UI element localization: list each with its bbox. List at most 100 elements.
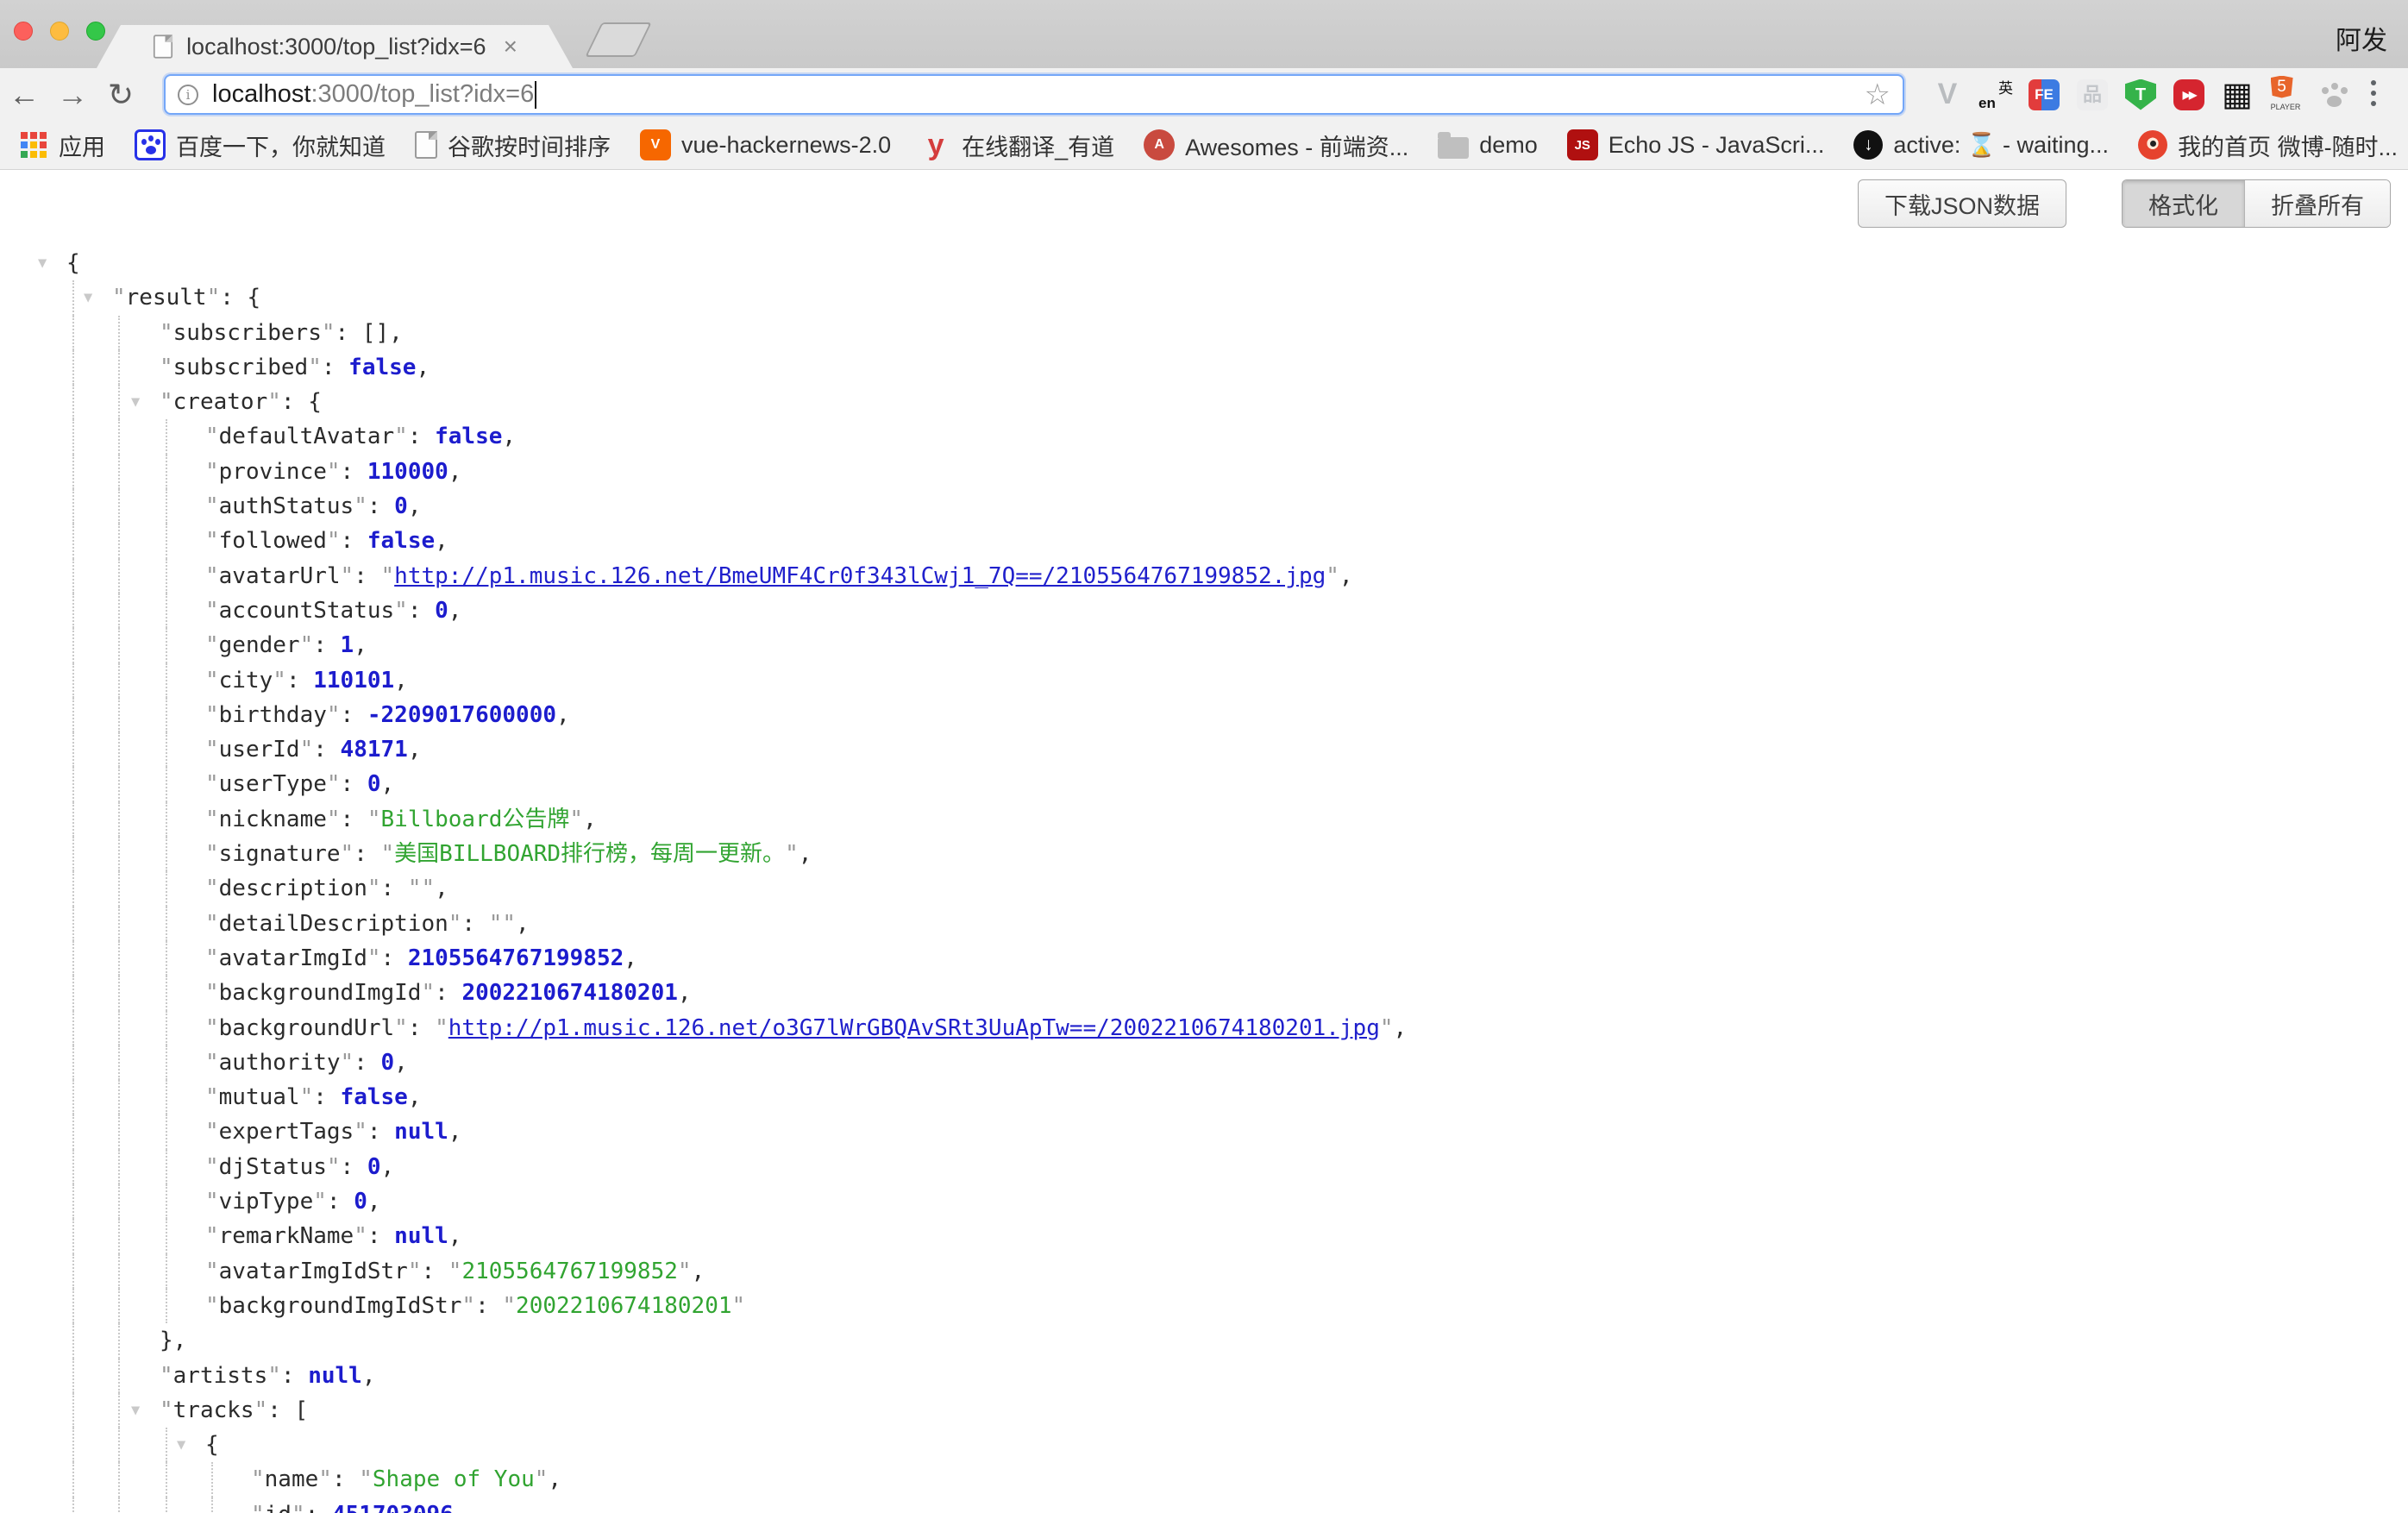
sitemap-icon: 品 bbox=[2077, 79, 2108, 110]
json-quote: " bbox=[205, 841, 219, 867]
browser-menu-icon[interactable] bbox=[2355, 75, 2392, 113]
forward-icon[interactable]: → bbox=[48, 77, 97, 113]
json-quote: " bbox=[160, 320, 173, 346]
json-key: province bbox=[219, 459, 327, 485]
titlebar: localhost:3000/top_list?idx=6 × 阿发 bbox=[0, 0, 2408, 68]
indent-guide bbox=[72, 698, 74, 732]
json-line: "signature": "美国BILLBOARD排行榜，每周一更新。", bbox=[0, 837, 2408, 871]
qr-code-icon[interactable]: ▦ bbox=[2213, 68, 2261, 121]
json-number: -2209017600000 bbox=[367, 702, 556, 728]
json-punctuation: : bbox=[354, 1050, 380, 1076]
json-key: description bbox=[219, 876, 367, 901]
json-punctuation: : bbox=[341, 459, 367, 485]
bookmark-awesomes[interactable]: AAwesomes - 前端资... bbox=[1144, 129, 1408, 162]
json-quote: " bbox=[354, 1223, 367, 1249]
bookmark-baidu[interactable]: 百度一下，你就知道 bbox=[135, 129, 386, 162]
indent-guide bbox=[72, 1428, 74, 1462]
indent-guide bbox=[72, 559, 74, 593]
sitemap-icon[interactable]: 品 bbox=[2068, 68, 2116, 121]
translate-icon[interactable] bbox=[1972, 68, 2020, 121]
indent-guide bbox=[118, 1219, 120, 1253]
new-tab-button[interactable] bbox=[585, 22, 652, 57]
json-link[interactable]: http://p1.music.126.net/o3G7lWrGBQAvSRt3… bbox=[448, 1015, 1380, 1041]
collapse-toggle-icon[interactable]: ▼ bbox=[38, 246, 47, 280]
fast-forward-icon[interactable]: ▶▶ bbox=[2165, 68, 2213, 121]
close-window-icon[interactable] bbox=[14, 22, 33, 41]
url-text[interactable]: localhost:3000/top_list?idx=6 bbox=[212, 80, 1858, 109]
indent-guide bbox=[118, 1184, 120, 1219]
tab-close-icon[interactable]: × bbox=[504, 33, 517, 60]
indent-guide bbox=[166, 1497, 167, 1513]
back-icon[interactable]: ← bbox=[0, 77, 48, 113]
bookmark-vue-hackernews[interactable]: Vvue-hackernews-2.0 bbox=[640, 129, 891, 160]
indent-guide bbox=[118, 1045, 120, 1080]
json-link[interactable]: http://p1.music.126.net/BmeUMF4Cr0f343lC… bbox=[394, 563, 1326, 589]
json-tree: ▼{▼"result": {"subscribers": [],"subscri… bbox=[0, 246, 2408, 1513]
json-line: ▼{ bbox=[0, 1428, 2408, 1462]
maximize-window-icon[interactable] bbox=[86, 22, 105, 41]
json-line: ▼{ bbox=[0, 246, 2408, 280]
json-quote: " bbox=[205, 737, 219, 763]
collapse-all-button[interactable]: 折叠所有 bbox=[2244, 180, 2390, 227]
indent-guide bbox=[72, 1114, 74, 1149]
download-json-button[interactable]: 下载JSON数据 bbox=[1858, 179, 2066, 228]
json-quote: " bbox=[205, 807, 219, 832]
indent-guide bbox=[166, 1045, 167, 1080]
json-quote: " bbox=[381, 841, 395, 867]
json-punctuation: : bbox=[341, 807, 367, 832]
indent-guide bbox=[118, 559, 120, 593]
json-quote: " bbox=[300, 737, 314, 763]
vue-devtools-icon[interactable]: V bbox=[1923, 68, 1972, 121]
indent-guide bbox=[211, 1462, 213, 1497]
json-key: expertTags bbox=[219, 1119, 354, 1145]
bookmark-youdao[interactable]: y在线翻译_有道 bbox=[920, 129, 1114, 162]
collapse-toggle-icon[interactable]: ▼ bbox=[84, 280, 92, 315]
profile-name[interactable]: 阿发 bbox=[2336, 19, 2387, 57]
json-key: creator bbox=[173, 389, 268, 415]
json-number: false bbox=[435, 424, 502, 449]
json-punctuation: , bbox=[799, 841, 812, 867]
json-line: "id": 451703096, bbox=[0, 1497, 2408, 1513]
t-shield-icon[interactable]: T bbox=[2116, 68, 2165, 121]
indent-guide bbox=[118, 1497, 120, 1513]
address-bar[interactable]: i localhost:3000/top_list?idx=6 ☆ bbox=[164, 74, 1904, 115]
browser-tab[interactable]: localhost:3000/top_list?idx=6 × bbox=[97, 25, 573, 68]
browser-window: localhost:3000/top_list?idx=6 × 阿发 ← → ↻… bbox=[0, 0, 2408, 1513]
json-line: "backgroundUrl": "http://p1.music.126.ne… bbox=[0, 1011, 2408, 1045]
format-button[interactable]: 格式化 bbox=[2123, 180, 2244, 227]
collapse-toggle-icon[interactable]: ▼ bbox=[131, 1393, 140, 1428]
json-punctuation: { bbox=[66, 250, 80, 276]
minimize-window-icon[interactable] bbox=[50, 22, 69, 41]
json-quote: " bbox=[435, 1015, 448, 1041]
collapse-toggle-icon[interactable]: ▼ bbox=[177, 1428, 185, 1462]
bookmark-label: vue-hackernews-2.0 bbox=[681, 132, 891, 159]
json-line: "avatarImgId": 2105564767199852, bbox=[0, 941, 2408, 976]
json-punctuation: , bbox=[408, 1084, 422, 1110]
json-quote: " bbox=[327, 459, 341, 485]
page-info-icon[interactable]: i bbox=[178, 85, 198, 105]
collapse-toggle-icon[interactable]: ▼ bbox=[131, 385, 140, 419]
json-punctuation: , bbox=[1394, 1015, 1408, 1041]
bookmark-weibo[interactable]: 我的首页 微博-随时... bbox=[2138, 129, 2398, 162]
bookmark-active-tab[interactable]: ↓active: ⌛ - waiting... bbox=[1853, 130, 2109, 160]
json-punctuation: : bbox=[408, 424, 435, 449]
indent-guide bbox=[166, 1428, 167, 1462]
bookmark-demo[interactable]: demo bbox=[1438, 132, 1538, 159]
bookmark-echojs[interactable]: JSEcho JS - JavaScri... bbox=[1567, 129, 1825, 160]
indent-guide bbox=[166, 1150, 167, 1184]
fe-icon[interactable]: FE bbox=[2020, 68, 2068, 121]
html5-player-icon[interactable]: 5PLAYER bbox=[2261, 68, 2310, 121]
json-string: 美国BILLBOARD排行榜，每周一更新。 bbox=[394, 841, 785, 867]
indent-guide bbox=[72, 524, 74, 558]
paw-icon[interactable] bbox=[2310, 68, 2358, 121]
json-number: 0 bbox=[367, 771, 381, 797]
indent-guide bbox=[118, 1428, 120, 1462]
bookmark-google-sort[interactable]: 谷歌按时间排序 bbox=[415, 129, 611, 162]
json-quote: " bbox=[502, 911, 516, 937]
json-punctuation: , bbox=[416, 355, 430, 380]
reload-icon[interactable]: ↻ bbox=[97, 77, 145, 113]
json-key: backgroundImgIdStr bbox=[219, 1293, 462, 1319]
json-punctuation: , bbox=[448, 459, 462, 485]
bookmark-apps[interactable]: 应用 bbox=[19, 129, 105, 162]
bookmark-star-icon[interactable]: ☆ bbox=[1865, 78, 1891, 112]
